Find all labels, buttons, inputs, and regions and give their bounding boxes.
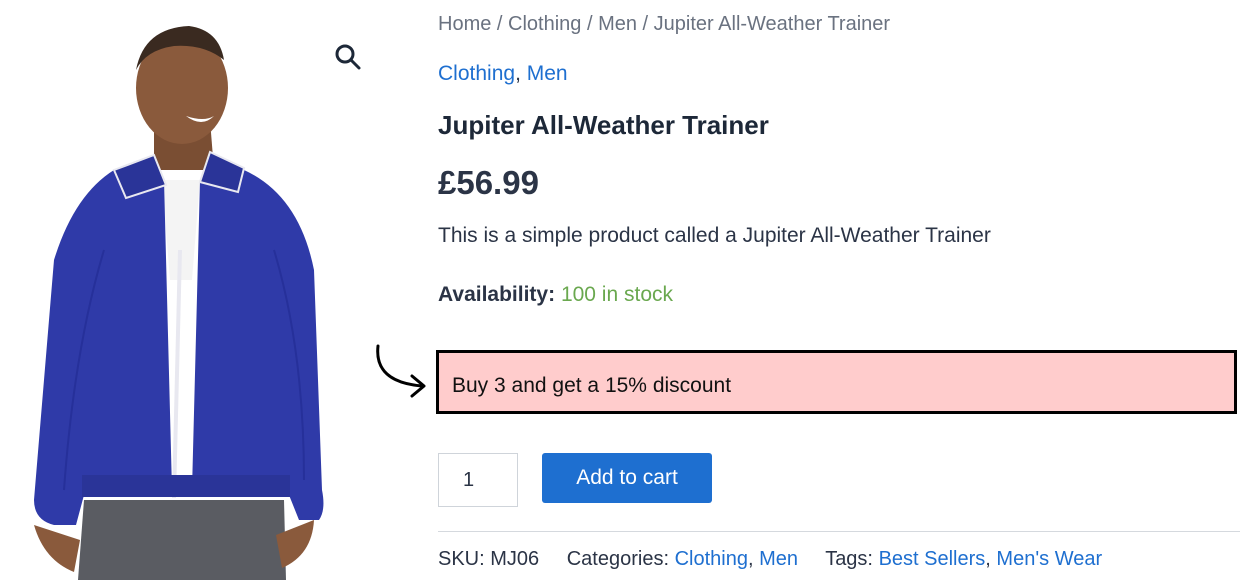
product-gallery	[0, 0, 400, 581]
category-link-clothing[interactable]: Clothing	[438, 62, 515, 85]
meta-category-clothing[interactable]: Clothing	[675, 548, 748, 570]
add-to-cart-button[interactable]: Add to cart	[542, 453, 712, 503]
tag-mens-wear[interactable]: Men's Wear	[996, 548, 1102, 570]
divider	[438, 531, 1240, 532]
tags-label: Tags:	[825, 548, 873, 570]
meta-separator: ,	[747, 548, 760, 570]
breadcrumb-clothing[interactable]: Clothing	[508, 13, 581, 35]
category-separator: ,	[515, 62, 527, 85]
breadcrumb-current: Jupiter All-Weather Trainer	[653, 13, 891, 35]
tag-best-sellers[interactable]: Best Sellers	[879, 548, 986, 570]
meta-separator: ,	[985, 548, 997, 570]
product-meta: SKU: MJ06 Categories: Clothing, Men Tags…	[438, 548, 1102, 571]
sku-label: SKU:	[438, 548, 485, 570]
availability: Availability: 100 in stock	[438, 283, 673, 307]
breadcrumb-separator: /	[491, 13, 509, 35]
product-description: This is a simple product called a Jupite…	[438, 224, 991, 247]
meta-tags: Tags: Best Sellers, Men's Wear	[825, 548, 1102, 570]
stock-status: 100 in stock	[560, 283, 674, 306]
category-link-men[interactable]: Men	[527, 62, 568, 85]
breadcrumb: Home / Clothing / Men / Jupiter All-Weat…	[438, 13, 890, 36]
meta-category-men[interactable]: Men	[759, 548, 798, 570]
product-title: Jupiter All-Weather Trainer	[438, 110, 769, 140]
breadcrumb-separator: /	[637, 13, 654, 35]
breadcrumb-home[interactable]: Home	[438, 13, 491, 35]
categories-label: Categories:	[566, 548, 669, 570]
breadcrumb-men[interactable]: Men	[598, 13, 637, 35]
meta-categories: Categories: Clothing, Men	[567, 548, 798, 570]
product-price: £56.99	[438, 164, 539, 201]
product-category-links: Clothing, Men	[438, 62, 568, 86]
sku: SKU: MJ06	[438, 548, 539, 570]
sku-value: MJ06	[490, 548, 540, 570]
quantity-input[interactable]	[438, 453, 518, 507]
magnifier-icon[interactable]	[333, 42, 363, 72]
product-image[interactable]	[14, 20, 334, 580]
curved-arrow-icon	[376, 344, 426, 398]
discount-notice: Buy 3 and get a 15% discount	[436, 350, 1237, 414]
availability-label: Availability:	[438, 283, 556, 306]
breadcrumb-separator: /	[581, 13, 599, 35]
